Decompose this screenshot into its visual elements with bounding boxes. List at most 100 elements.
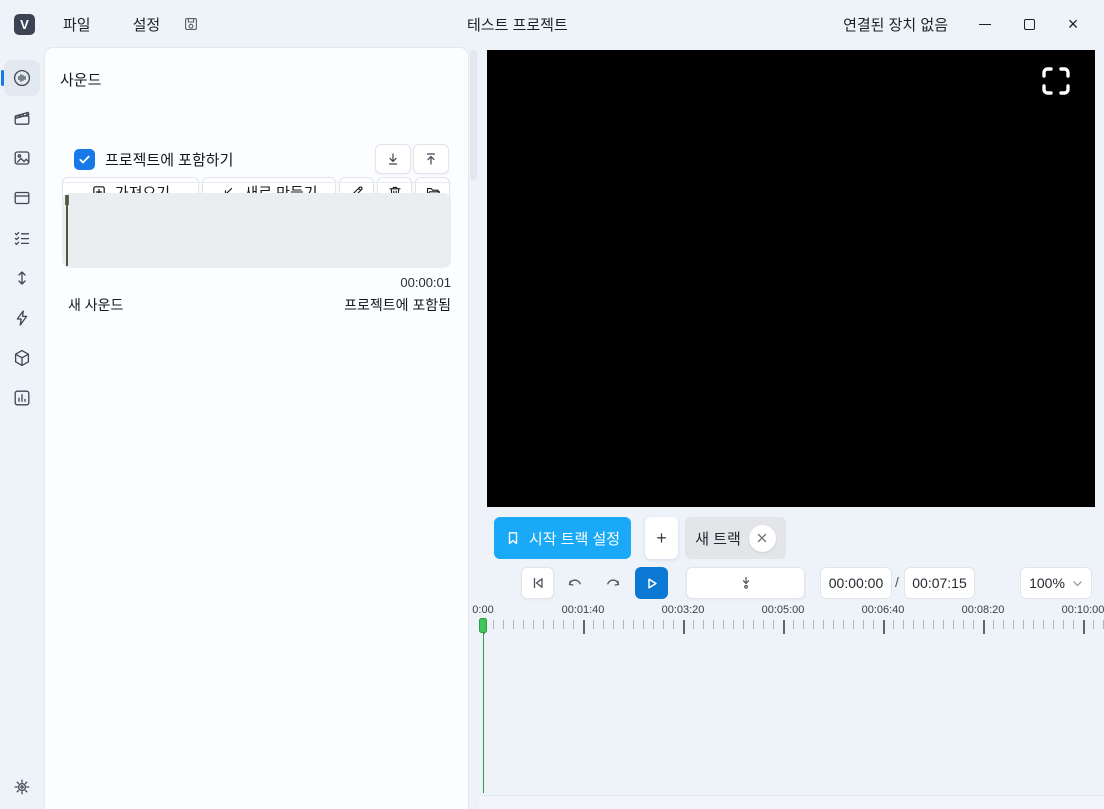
ruler-minor-tick xyxy=(913,620,914,629)
chevron-down-icon xyxy=(1072,578,1083,589)
playhead-handle[interactable] xyxy=(479,618,487,633)
play-button[interactable] xyxy=(635,567,668,599)
ruler-minor-tick xyxy=(1093,620,1094,629)
ruler-minor-tick xyxy=(833,620,834,629)
ruler-minor-tick xyxy=(633,620,634,629)
check-icon xyxy=(78,153,91,166)
sound-duration: 00:00:01 xyxy=(400,275,451,290)
fullscreen-corners-icon xyxy=(1038,63,1074,99)
sidebar-item-reorder[interactable] xyxy=(4,260,40,296)
ruler-label: 00:03:20 xyxy=(661,604,705,616)
ruler-label: 00:08:20 xyxy=(961,604,1005,616)
video-preview xyxy=(487,50,1095,507)
skip-to-start-button[interactable] xyxy=(521,567,554,599)
current-time-input[interactable]: 00:00:00 xyxy=(820,567,892,599)
ruler-minor-tick xyxy=(813,620,814,629)
panel-scrollbar[interactable] xyxy=(468,48,479,809)
ruler-minor-tick xyxy=(903,620,904,629)
device-status: 연결된 장치 없음 xyxy=(843,16,948,34)
play-triangle-icon xyxy=(643,575,660,592)
maximize-icon xyxy=(1023,18,1035,30)
maximize-button[interactable] xyxy=(1014,9,1044,39)
floppy-disk-icon xyxy=(184,17,198,31)
timeline-area[interactable] xyxy=(479,636,1104,795)
ruler-minor-tick xyxy=(1053,620,1054,629)
ruler-minor-tick xyxy=(943,620,944,629)
x-icon xyxy=(757,533,767,543)
ruler-minor-tick xyxy=(863,620,864,629)
menu-settings[interactable]: 설정 xyxy=(119,8,175,41)
ruler-minor-tick xyxy=(873,620,874,629)
sidebar-item-checklist[interactable] xyxy=(4,220,40,256)
image-icon xyxy=(12,148,32,168)
sidebar-item-objects[interactable] xyxy=(4,340,40,376)
ruler-minor-tick xyxy=(653,620,654,629)
sound-status: 프로젝트에 포함됨 xyxy=(344,297,451,313)
cube-icon xyxy=(12,348,32,368)
sidebar-item-window[interactable] xyxy=(4,180,40,216)
ruler-minor-tick xyxy=(993,620,994,629)
include-in-project-checkbox[interactable] xyxy=(74,148,95,170)
ruler-minor-tick xyxy=(673,620,674,629)
minimize-button[interactable] xyxy=(970,9,1000,39)
sidebar-item-images[interactable] xyxy=(4,140,40,176)
sidebar-item-audio[interactable] xyxy=(1,60,40,96)
clapperboard-icon xyxy=(12,108,32,128)
undo-arrow-icon xyxy=(566,575,584,591)
sidebar-item-stats[interactable] xyxy=(4,380,40,416)
ruler-minor-tick xyxy=(923,620,924,629)
ruler-minor-tick xyxy=(803,620,804,629)
ruler-label: 0:00 xyxy=(472,604,494,616)
timeline-ruler[interactable]: 0:00 00:01:40 00:03:20 00:05:00 00:06:40 00:0… xyxy=(472,604,1104,636)
download-button[interactable] xyxy=(375,144,411,174)
upload-button[interactable] xyxy=(413,144,449,174)
ruler-minor-tick xyxy=(1073,620,1074,629)
zoom-select[interactable]: 100% xyxy=(1020,567,1092,599)
ruler-labels: 0:00 00:01:40 00:03:20 00:05:00 00:06:40 00:0… xyxy=(472,604,1104,618)
playhead[interactable] xyxy=(479,618,488,795)
timeline-scroll-strip[interactable] xyxy=(479,795,1104,809)
redo-button[interactable] xyxy=(599,567,627,599)
arrow-down-to-point-icon xyxy=(738,575,754,591)
ruler-minor-tick xyxy=(973,620,974,629)
ruler-minor-tick xyxy=(723,620,724,629)
zoom-value: 100% xyxy=(1029,575,1065,591)
close-track-button[interactable] xyxy=(748,524,776,552)
set-start-track-label: 시작 트랙 설정 xyxy=(528,530,621,548)
ruler-minor-tick xyxy=(963,620,964,629)
ruler-minor-tick xyxy=(853,620,854,629)
time-separator: / xyxy=(895,574,899,590)
ruler-minor-tick xyxy=(773,620,774,629)
set-start-track-button[interactable]: 시작 트랙 설정 xyxy=(494,517,631,559)
ruler-minor-tick xyxy=(493,620,494,629)
close-icon: × xyxy=(1067,14,1079,34)
download-icon xyxy=(385,151,401,167)
ruler-minor-tick xyxy=(533,620,534,629)
ruler-minor-tick xyxy=(793,620,794,629)
total-time-input[interactable]: 00:07:15 xyxy=(904,567,975,599)
insert-at-playhead-button[interactable] xyxy=(686,567,805,599)
ruler-minor-tick xyxy=(763,620,764,629)
sound-list-item[interactable]: 00:00:01 새 사운드 프로젝트에 포함됨 xyxy=(62,193,451,313)
ruler-minor-tick xyxy=(743,620,744,629)
ruler-minor-tick xyxy=(733,620,734,629)
ruler-minor-tick xyxy=(1043,620,1044,629)
close-button[interactable]: × xyxy=(1058,9,1088,39)
fullscreen-button[interactable] xyxy=(1035,60,1077,102)
ruler-minor-tick xyxy=(543,620,544,629)
sidebar-item-effects[interactable] xyxy=(4,300,40,336)
ruler-minor-tick xyxy=(893,620,894,629)
sound-name: 새 사운드 xyxy=(68,297,124,313)
waveform-thumbnail xyxy=(62,193,451,268)
bar-chart-icon xyxy=(12,388,32,408)
sidebar-item-settings[interactable] xyxy=(4,769,40,805)
track-tab[interactable]: 새 트랙 xyxy=(685,517,786,559)
ruler-minor-tick xyxy=(693,620,694,629)
ruler-major-tick xyxy=(983,620,985,634)
save-button[interactable] xyxy=(184,17,198,31)
lightning-icon xyxy=(12,308,32,328)
add-track-button[interactable]: + xyxy=(645,517,678,559)
undo-button[interactable] xyxy=(561,567,589,599)
menu-file[interactable]: 파일 xyxy=(49,8,105,41)
sidebar-item-video[interactable] xyxy=(4,100,40,136)
